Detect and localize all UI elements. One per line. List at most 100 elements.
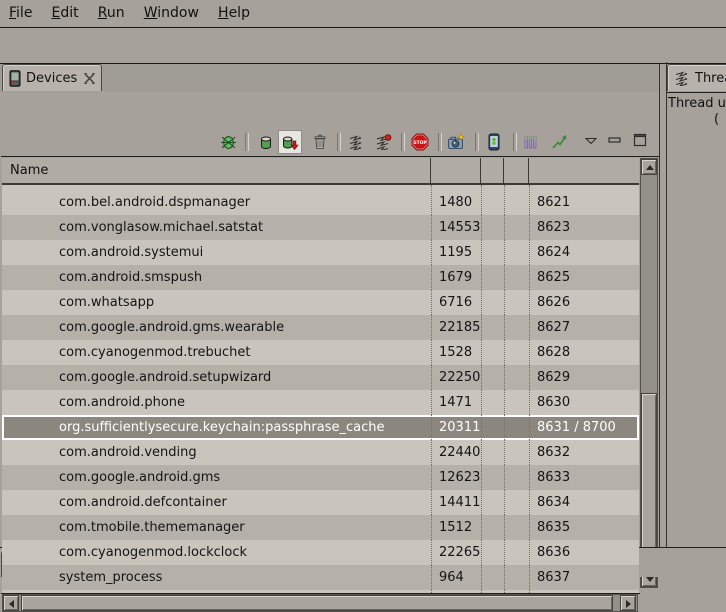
- start-method-profiling-icon: [375, 134, 392, 150]
- screen-capture-camera-icon: [447, 133, 465, 151]
- process-pid: 22440: [431, 440, 481, 465]
- debug-process-button[interactable]: [216, 130, 240, 154]
- empty-cell: [481, 340, 504, 365]
- process-name: com.whatsapp: [2, 290, 431, 315]
- horizontal-scrollbar[interactable]: [2, 594, 638, 612]
- empty-cell: [481, 215, 504, 240]
- horizontal-scrollbar-thumb[interactable]: [21, 595, 613, 611]
- process-port: 8635: [529, 515, 639, 540]
- column-separator[interactable]: [528, 158, 529, 183]
- tab-devices[interactable]: Devices: [2, 64, 102, 91]
- empty-cell: [504, 390, 529, 415]
- screen-capture-button[interactable]: [444, 130, 468, 154]
- stop-process-button[interactable]: STOP: [408, 130, 432, 154]
- process-name: com.vonglasow.michael.satstat: [2, 215, 431, 240]
- start-opengl-trace-button[interactable]: [547, 130, 571, 154]
- menu-run-rest: un: [107, 5, 125, 21]
- threads-content: Thread up (: [667, 92, 726, 549]
- column-separator[interactable]: [430, 158, 431, 183]
- process-port: 8625: [529, 265, 639, 290]
- down-arrow-icon: [646, 577, 654, 582]
- table-row-selected[interactable]: org.sufficientlysecure.keychain:passphra…: [2, 415, 639, 440]
- table-row[interactable]: com.bel.android.dspmanager1480 8621: [2, 190, 639, 215]
- menu-run[interactable]: Run: [98, 0, 125, 27]
- vertical-scrollbar[interactable]: [640, 158, 658, 588]
- menu-file-rest: ile: [16, 5, 32, 21]
- process-pid: 1528: [431, 340, 481, 365]
- toolbar-separator: [401, 133, 405, 151]
- table-row[interactable]: com.google.android.gms126238633: [2, 465, 639, 490]
- process-port: 8628: [529, 340, 639, 365]
- panel-sash[interactable]: [659, 64, 660, 548]
- menu-help[interactable]: Help: [218, 0, 250, 27]
- update-heap-button[interactable]: [254, 130, 278, 154]
- process-name: com.bel.android.dspmanager: [2, 190, 431, 215]
- process-port: 8637: [529, 565, 639, 590]
- process-pid: 22250: [431, 365, 481, 390]
- process-port: 8621: [529, 190, 639, 215]
- table-row[interactable]: com.cyanogenmod.lockclock222658636: [2, 540, 639, 565]
- empty-cell: [481, 415, 504, 440]
- tab-devices-close-icon[interactable]: [83, 72, 96, 85]
- column-separator[interactable]: [480, 158, 481, 183]
- table-row[interactable]: com.android.phone14718630: [2, 390, 639, 415]
- view-menu-icon: [585, 137, 597, 145]
- table-row[interactable]: com.google.android.setupwizard222508629: [2, 365, 639, 390]
- menu-file-accel: F: [9, 5, 16, 21]
- table-row[interactable]: com.tmobile.thememanager15128635: [2, 515, 639, 540]
- toolbar-separator: [475, 133, 479, 151]
- table-row[interactable]: com.cyanogenmod.trebuchet1528 8628: [2, 340, 639, 365]
- vertical-scrollbar-thumb[interactable]: [641, 393, 657, 565]
- cause-gc-button[interactable]: [308, 130, 332, 154]
- empty-cell: [481, 240, 504, 265]
- update-threads-button[interactable]: [344, 130, 368, 154]
- start-method-profiling-button[interactable]: [371, 130, 395, 154]
- process-pid: 14411: [431, 490, 481, 515]
- table-row[interactable]: com.whatsapp67168626: [2, 290, 639, 315]
- scroll-left-button[interactable]: [3, 595, 19, 611]
- device-process-rows: com.bel.android.dspmanager14808621com.vo…: [2, 185, 639, 593]
- right-arrow-icon: [626, 600, 631, 608]
- scroll-right-button[interactable]: [620, 595, 636, 611]
- toolbar-separator: [337, 133, 341, 151]
- capture-system-trace-button[interactable]: [519, 130, 543, 154]
- process-port: 8634: [529, 490, 639, 515]
- table-row[interactable]: com.vonglasow.michael.satstat145538623: [2, 215, 639, 240]
- table-header[interactable]: Name: [2, 158, 639, 185]
- update-heap-icon: [258, 134, 274, 151]
- maximize-button[interactable]: [632, 132, 648, 148]
- table-row[interactable]: com.android.smspush16798625: [2, 265, 639, 290]
- column-separator[interactable]: [503, 158, 504, 183]
- process-pid: 1679: [431, 265, 481, 290]
- menu-run-accel: R: [98, 5, 107, 21]
- empty-cell: [504, 515, 529, 540]
- tab-threads[interactable]: Threads: [667, 64, 726, 91]
- minimize-button[interactable]: [607, 134, 623, 146]
- empty-cell: [481, 490, 504, 515]
- table-row[interactable]: com.android.vending224408632: [2, 440, 639, 465]
- table-row[interactable]: com.android.defcontainer144118634: [2, 490, 639, 515]
- menu-file[interactable]: File: [9, 0, 32, 27]
- process-port: 8623: [529, 215, 639, 240]
- dump-hprof-button[interactable]: [278, 130, 302, 154]
- dump-view-hierarchy-button[interactable]: [482, 130, 506, 154]
- left-arrow-icon: [9, 600, 14, 608]
- table-row[interactable]: com.google.android.gms.wearable221858627: [2, 315, 639, 340]
- table-row[interactable]: system_process9648637: [2, 565, 639, 590]
- empty-cell: [481, 290, 504, 315]
- empty-cell: [481, 540, 504, 565]
- process-name: com.android.phone: [2, 390, 431, 415]
- menu-edit[interactable]: Edit: [52, 0, 79, 27]
- toolbar-separator: [438, 133, 442, 151]
- view-menu-button[interactable]: [583, 135, 599, 147]
- empty-cell: [481, 365, 504, 390]
- scroll-up-button[interactable]: [641, 159, 657, 175]
- process-pid: 1480: [431, 190, 481, 215]
- menu-window-accel: W: [144, 5, 158, 21]
- column-header-name[interactable]: Name: [10, 158, 48, 183]
- process-name: com.cyanogenmod.trebuchet: [2, 340, 431, 365]
- menu-help-accel: H: [218, 5, 229, 21]
- devices-tabbar: Devices: [0, 64, 660, 92]
- menu-window[interactable]: Window: [144, 0, 199, 27]
- table-row[interactable]: com.android.systemui11958624: [2, 240, 639, 265]
